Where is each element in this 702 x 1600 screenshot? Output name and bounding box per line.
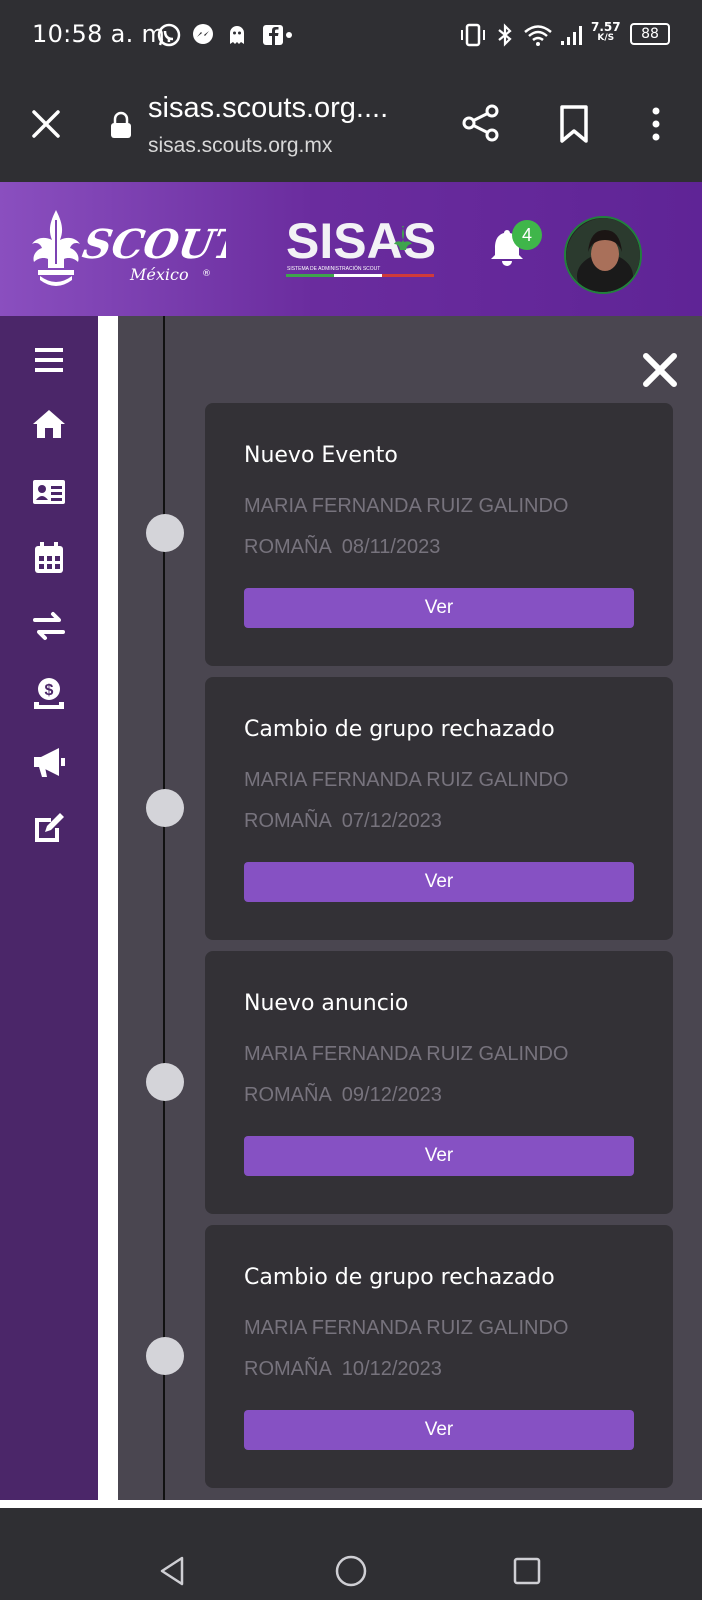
card-title: Cambio de grupo rechazado [244, 717, 555, 742]
sisas-logo[interactable]: SISAS SISTEMA DE ADMINISTRACIÓN SCOUT [286, 212, 438, 282]
edit-icon[interactable] [31, 810, 67, 846]
timeline-line [163, 316, 165, 1500]
url-title[interactable]: sisas.scouts.org.... [148, 92, 388, 125]
home-icon[interactable] [31, 406, 67, 442]
id-card-icon[interactable] [31, 474, 67, 510]
card-title: Nuevo anuncio [244, 991, 409, 1016]
payment-icon[interactable]: $ [31, 676, 67, 712]
timeline-dot [146, 789, 184, 827]
card-person-name: MARIA FERNANDA RUIZ GALINDO [244, 495, 569, 517]
card-date: 08/11/2023 [341, 536, 441, 558]
card-place-date: ROMAÑA 07/12/2023 [244, 810, 442, 833]
timeline-dot [146, 1063, 184, 1101]
notification-card: Cambio de grupo rechazado MARIA FERNANDA… [205, 1225, 673, 1488]
share-icon[interactable] [460, 102, 502, 144]
ver-button[interactable]: Ver [244, 1410, 634, 1450]
system-navigation-bar [0, 1508, 702, 1600]
timeline-dot [146, 514, 184, 552]
close-panel-icon[interactable] [642, 352, 678, 388]
back-icon[interactable] [156, 1554, 190, 1588]
wifi-icon [524, 25, 552, 46]
sidebar-divider [98, 316, 118, 1500]
bookmark-icon[interactable] [556, 104, 592, 144]
timeline-dot [146, 1337, 184, 1375]
svg-text:SISTEMA DE ADMINISTRACIÓN SCOU: SISTEMA DE ADMINISTRACIÓN SCOUT [287, 265, 380, 272]
url-subtitle[interactable]: sisas.scouts.org.mx [148, 134, 332, 158]
user-avatar[interactable] [564, 216, 642, 294]
status-time: 10:58 a. m. [32, 20, 174, 48]
notification-card: Nuevo anuncio MARIA FERNANDA RUIZ GALIND… [205, 951, 673, 1214]
menu-icon[interactable] [31, 342, 67, 378]
whatsapp-icon [157, 23, 181, 47]
card-person-name: MARIA FERNANDA RUIZ GALINDO [244, 769, 569, 791]
card-place-date: ROMAÑA 08/11/2023 [244, 536, 440, 559]
bluetooth-icon [498, 23, 512, 47]
svg-text:México: México [129, 265, 189, 284]
facebook-icon [263, 25, 292, 45]
status-bar: 10:58 a. m. 7.57 K/S 88 [0, 0, 702, 70]
ver-button[interactable]: Ver [244, 1136, 634, 1176]
home-nav-icon[interactable] [334, 1554, 368, 1588]
signal-icon [561, 26, 582, 45]
messenger-icon [193, 24, 213, 44]
lock-icon [111, 111, 131, 138]
avatar-photo-icon [566, 218, 640, 292]
close-icon[interactable] [28, 106, 64, 142]
card-place: ROMAÑA [244, 536, 332, 558]
ver-button[interactable]: Ver [244, 588, 634, 628]
card-place: ROMAÑA [244, 1358, 332, 1380]
network-speed: 7.57 K/S [591, 20, 621, 43]
site-header: SCOUTS México ® SISAS SISTEMA DE ADMINIS… [0, 182, 702, 316]
notification-card: Cambio de grupo rechazado MARIA FERNANDA… [205, 677, 673, 940]
sidebar: $ [0, 316, 98, 1500]
card-date: 10/12/2023 [341, 1358, 442, 1380]
ghost-icon [230, 26, 244, 44]
svg-text:SISAS: SISAS [286, 213, 436, 269]
notification-badge[interactable]: 4 [512, 220, 542, 250]
card-title: Cambio de grupo rechazado [244, 1265, 555, 1290]
svg-text:$: $ [45, 682, 54, 699]
megaphone-icon[interactable] [31, 744, 67, 780]
vibrate-icon [461, 23, 485, 47]
bottom-divider [0, 1500, 702, 1508]
card-place-date: ROMAÑA 10/12/2023 [244, 1358, 442, 1381]
svg-text:®: ® [202, 269, 211, 279]
recents-icon[interactable] [510, 1554, 544, 1588]
svg-text:SCOUTS: SCOUTS [79, 220, 226, 268]
ver-button[interactable]: Ver [244, 862, 634, 902]
card-place-date: ROMAÑA 09/12/2023 [244, 1084, 442, 1107]
card-title: Nuevo Evento [244, 443, 398, 468]
card-date: 09/12/2023 [341, 1084, 442, 1106]
notification-card: Nuevo Evento MARIA FERNANDA RUIZ GALINDO… [205, 403, 673, 666]
card-person-name: MARIA FERNANDA RUIZ GALINDO [244, 1317, 569, 1339]
notifications-panel: Nuevo Evento MARIA FERNANDA RUIZ GALINDO… [118, 316, 702, 1500]
scouts-mexico-logo[interactable]: SCOUTS México ® [26, 206, 226, 288]
card-place: ROMAÑA [244, 1084, 332, 1106]
transfer-icon[interactable] [31, 608, 67, 644]
card-place: ROMAÑA [244, 810, 332, 832]
battery-indicator: 88 [630, 23, 670, 45]
calendar-icon[interactable] [31, 540, 67, 576]
card-date: 07/12/2023 [341, 810, 442, 832]
card-person-name: MARIA FERNANDA RUIZ GALINDO [244, 1043, 569, 1065]
more-options-icon[interactable] [644, 104, 668, 144]
browser-toolbar: sisas.scouts.org.... sisas.scouts.org.mx [0, 70, 702, 182]
